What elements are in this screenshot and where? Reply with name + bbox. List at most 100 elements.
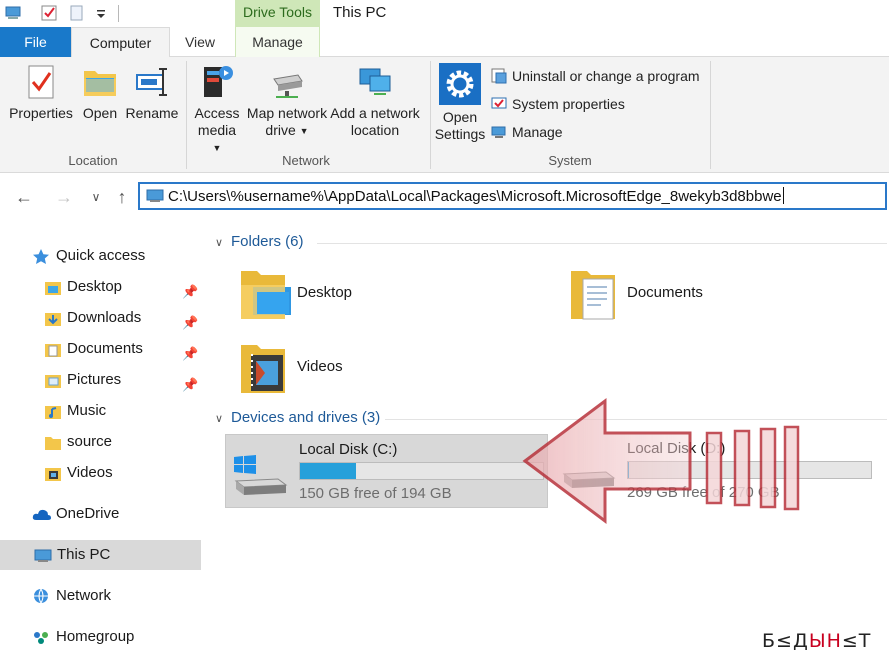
drive-tile-c[interactable]: Local Disk (C:) 150 GB free of 194 GB xyxy=(225,434,548,508)
drive-d-usage-fill xyxy=(628,462,629,478)
recent-locations-button[interactable]: ∨ xyxy=(85,187,107,207)
nav-label-documents: Documents xyxy=(67,340,143,357)
nav-label-desktop: Desktop xyxy=(67,278,123,295)
homegroup-icon xyxy=(34,632,48,644)
collapse-chevron-icon[interactable]: ∨ xyxy=(215,412,225,425)
open-button[interactable]: Open xyxy=(78,63,122,122)
nav-item-videos[interactable]: Videos xyxy=(0,458,205,488)
drive-d-free-space: 269 GB free of 270 GB xyxy=(627,484,780,501)
address-input[interactable]: C:\Users\%username%\AppData\Local\Packag… xyxy=(168,187,784,205)
drive-c-usage-fill xyxy=(300,463,356,479)
system-properties-icon xyxy=(491,97,507,109)
map-network-drive-button[interactable]: Map network drive ▼ xyxy=(244,63,330,140)
star-icon xyxy=(33,249,49,264)
nav-item-quick-access[interactable]: Quick access xyxy=(0,241,205,271)
manage-label: Manage xyxy=(512,124,563,140)
watermark-part-1: Б≤Д xyxy=(762,630,809,652)
nav-item-onedrive[interactable]: OneDrive xyxy=(0,499,205,529)
nav-item-network[interactable]: Network xyxy=(0,581,205,611)
section-divider xyxy=(317,243,887,244)
tab-manage[interactable]: Manage xyxy=(235,27,320,57)
add-location-label-1: Add a network xyxy=(330,105,420,121)
add-network-location-button[interactable]: Add a network location xyxy=(330,63,420,139)
nav-item-source[interactable]: source xyxy=(0,427,205,457)
properties-button[interactable]: Properties xyxy=(6,63,76,122)
text-caret xyxy=(782,187,784,204)
group-separator xyxy=(710,61,711,169)
system-properties-button[interactable]: System properties xyxy=(490,93,625,115)
forward-button[interactable]: → xyxy=(53,187,75,207)
address-path: C:\Users\%username%\AppData\Local\Packag… xyxy=(168,188,782,205)
nav-item-pictures[interactable]: Pictures 📌 xyxy=(0,365,205,395)
tab-file[interactable]: File xyxy=(0,27,71,57)
nav-item-music[interactable]: Music xyxy=(0,396,205,426)
tab-view[interactable]: View xyxy=(170,27,230,57)
collapse-chevron-icon[interactable]: ∨ xyxy=(215,236,225,249)
access-media-button[interactable]: Access media ▼ xyxy=(192,63,242,157)
back-button[interactable]: ← xyxy=(13,187,35,207)
properties-quick-icon[interactable] xyxy=(40,4,58,22)
nav-item-downloads[interactable]: Downloads 📌 xyxy=(0,303,205,333)
new-folder-quick-icon[interactable] xyxy=(68,4,86,22)
this-pc-icon xyxy=(34,549,52,562)
add-network-location-icon xyxy=(359,68,391,95)
customize-toolbar-icon[interactable] xyxy=(92,4,110,22)
access-media-label-2: media xyxy=(197,122,237,138)
nav-item-desktop[interactable]: Desktop 📌 xyxy=(0,272,205,302)
folder-tile-documents[interactable]: Documents xyxy=(569,265,849,327)
title-separator xyxy=(118,5,119,22)
drive-c-name: Local Disk (C:) xyxy=(299,441,398,458)
uninstall-program-button[interactable]: Uninstall or change a program xyxy=(490,65,700,87)
drive-c-free-space: 150 GB free of 194 GB xyxy=(299,485,452,502)
music-folder-icon xyxy=(45,406,61,419)
map-network-drive-icon xyxy=(273,74,303,98)
folder-label-documents: Documents xyxy=(627,284,703,301)
nav-label-videos: Videos xyxy=(67,464,113,481)
ribbon-tabs: File Computer View Manage xyxy=(0,27,889,58)
rename-button[interactable]: Rename xyxy=(124,63,180,122)
downloads-folder-icon xyxy=(45,313,61,326)
map-drive-label-1: Map network xyxy=(246,105,328,121)
devices-section-header[interactable]: ∨ Devices and drives (3) xyxy=(215,409,380,426)
access-media-label-1: Access xyxy=(194,105,240,121)
access-media-icon xyxy=(204,66,233,97)
system-properties-label: System properties xyxy=(512,96,625,112)
nav-item-homegroup[interactable]: Homegroup xyxy=(0,622,205,652)
watermark-part-2: ЫН xyxy=(808,630,842,652)
address-row: ← → ∨ ↑ C:\Users\%username%\AppData\Loca… xyxy=(0,173,889,221)
folder-tile-desktop[interactable]: Desktop xyxy=(239,265,519,327)
address-bar[interactable]: C:\Users\%username%\AppData\Local\Packag… xyxy=(138,182,887,210)
location-group-label: Location xyxy=(68,153,118,168)
manage-button[interactable]: Manage xyxy=(490,121,563,143)
open-label: Open xyxy=(82,105,118,121)
dropdown-caret-icon: ▼ xyxy=(212,143,222,153)
nav-label-downloads: Downloads xyxy=(67,309,142,326)
nav-item-documents[interactable]: Documents 📌 xyxy=(0,334,205,364)
nav-item-this-pc[interactable]: This PC xyxy=(0,540,201,570)
nav-label-network: Network xyxy=(56,587,112,604)
map-drive-label-2: drive xyxy=(265,122,296,138)
tab-computer[interactable]: Computer xyxy=(71,27,170,58)
rename-icon xyxy=(136,68,167,96)
videos-folder-icon xyxy=(45,468,61,481)
up-button[interactable]: ↑ xyxy=(111,187,133,207)
watermark-logo: Б≤ДЫН≤Т xyxy=(762,630,871,652)
folder-tile-videos[interactable]: Videos xyxy=(239,339,519,401)
nav-label-source: source xyxy=(67,433,113,450)
group-separator xyxy=(186,61,187,169)
nav-label-quick-access: Quick access xyxy=(56,247,146,264)
section-divider xyxy=(385,419,887,420)
settings-gear-icon xyxy=(439,63,481,105)
this-pc-icon xyxy=(146,189,164,202)
drive-d-name: Local Disk (D:) xyxy=(627,440,726,457)
manage-computer-icon xyxy=(491,126,506,138)
nav-label-homegroup: Homegroup xyxy=(56,628,135,645)
uninstall-label: Uninstall or change a program xyxy=(512,68,700,84)
folders-section-header[interactable]: ∨ Folders (6) xyxy=(215,233,304,250)
folders-header-text: Folders (6) xyxy=(231,233,304,250)
computer-icon[interactable] xyxy=(4,4,22,22)
watermark-part-3: ≤Т xyxy=(841,630,872,652)
network-group-label: Network xyxy=(282,153,330,168)
open-settings-button[interactable]: Open Settings xyxy=(434,63,486,143)
drive-tile-d[interactable]: Local Disk (D:) 269 GB free of 270 GB xyxy=(554,434,874,508)
